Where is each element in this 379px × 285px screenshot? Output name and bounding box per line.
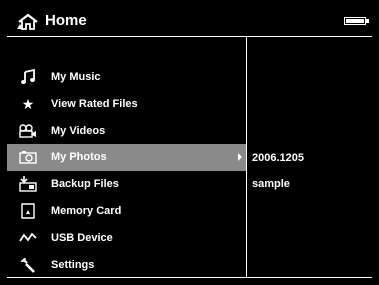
music-note-icon <box>19 69 37 85</box>
photo-name: sample <box>252 178 290 190</box>
battery-icon <box>344 17 369 25</box>
camera-icon <box>19 149 37 165</box>
menu-item-settings[interactable]: Settings <box>7 252 246 279</box>
menu-item-backup-files[interactable]: Backup Files <box>7 171 246 198</box>
menu-item-memory-card[interactable]: Memory Card <box>7 198 246 225</box>
menu-item-my-photos[interactable]: My Photos <box>7 144 246 172</box>
menu-item-my-videos[interactable]: My Videos <box>7 118 246 145</box>
menu-item-view-rated-files[interactable]: ★ View Rated Files <box>7 91 246 118</box>
menu-item-label: Memory Card <box>51 204 122 217</box>
menu-item-label: My Photos <box>51 151 107 164</box>
header-divider <box>7 36 372 37</box>
video-camera-icon <box>19 123 37 139</box>
menu-item-label: USB Device <box>51 231 113 244</box>
menu-item-label: Backup Files <box>51 178 119 191</box>
wrench-icon <box>19 257 37 273</box>
star-icon: ★ <box>21 95 35 112</box>
menu-item-label: My Music <box>51 71 101 83</box>
battery-fill <box>346 19 364 23</box>
menu-item-my-music[interactable]: My Music <box>7 64 246 91</box>
home-icon <box>17 13 38 30</box>
menu-item-label: Settings <box>51 258 95 271</box>
photo-date: 2006.1205 <box>252 152 304 164</box>
pane-divider <box>246 37 247 278</box>
device-screen: Home My Music ★ View Rated Files My Vide… <box>7 7 372 278</box>
title-bar: Home <box>7 7 372 36</box>
menu-item-label: My Videos <box>51 124 106 137</box>
home-menu: My Music ★ View Rated Files My Videos My… <box>7 64 246 278</box>
menu-item-usb-device[interactable]: USB Device <box>7 225 246 252</box>
page-title: Home <box>45 12 87 29</box>
footer-divider <box>7 277 372 278</box>
backup-icon <box>19 176 37 192</box>
menu-item-label: View Rated Files <box>51 97 138 110</box>
memory-card-icon <box>19 203 37 219</box>
submenu-arrow-icon <box>238 153 242 162</box>
usb-icon <box>19 230 37 246</box>
